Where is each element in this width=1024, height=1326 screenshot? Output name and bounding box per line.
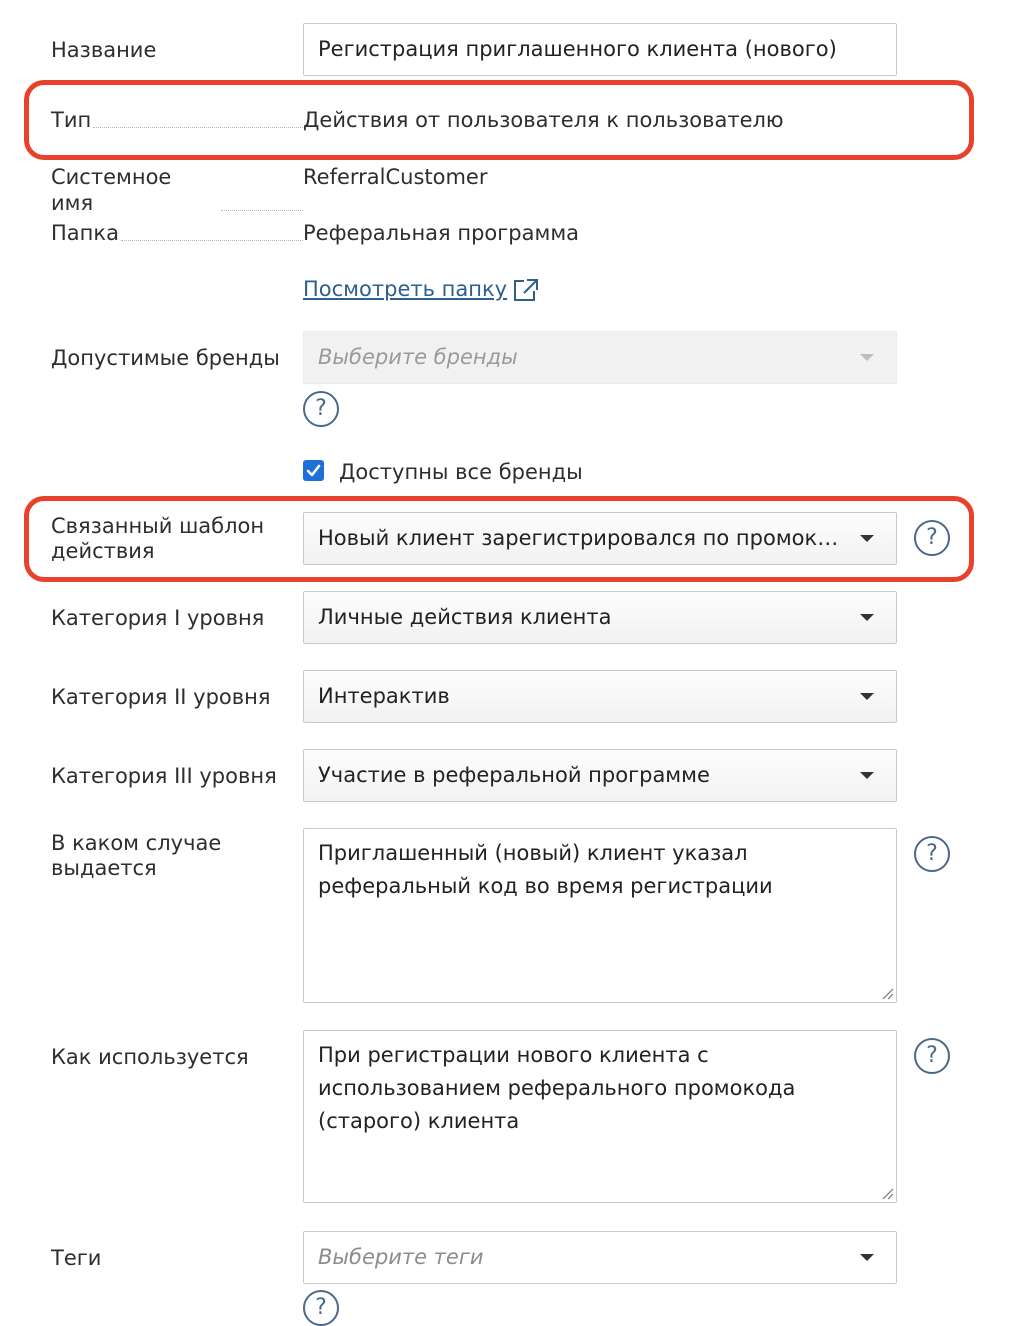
when-issued-textarea[interactable]: Приглашенный (новый) клиент указал рефер… (303, 828, 897, 1003)
brands-placeholder: Выберите бренды (318, 345, 518, 369)
category1-select[interactable]: Личные действия клиента (303, 591, 897, 644)
tags-placeholder: Выберите теги (318, 1245, 484, 1269)
when-issued-label-line1: В каком случае (51, 831, 222, 855)
category3-label: Категория III уровня (51, 764, 277, 788)
help-icon[interactable]: ? (303, 1290, 339, 1326)
chevron-down-icon (860, 614, 874, 621)
when-issued-label-line2: выдается (51, 856, 157, 880)
resize-grip-icon[interactable] (880, 986, 894, 1000)
brands-label: Допустимые бренды (51, 346, 280, 370)
system-name-label: Системное имя (51, 165, 172, 215)
dotted-leader (221, 210, 303, 211)
how-used-text: При регистрации нового клиента с использ… (318, 1043, 796, 1133)
chevron-down-icon (860, 1254, 874, 1261)
category3-value: Участие в реферальной программе (318, 763, 710, 787)
chevron-down-icon (860, 354, 874, 361)
folder-value: Реферальная программа (303, 221, 580, 245)
category2-value: Интерактив (318, 684, 450, 708)
category3-select[interactable]: Участие в реферальной программе (303, 749, 897, 802)
system-name-value: ReferralCustomer (303, 165, 488, 189)
help-icon[interactable]: ? (914, 1038, 950, 1074)
category1-value: Личные действия клиента (318, 605, 612, 629)
chevron-down-icon (860, 693, 874, 700)
category2-label: Категория II уровня (51, 685, 271, 709)
check-icon (306, 464, 321, 477)
type-highlight-frame (24, 80, 974, 160)
when-issued-text: Приглашенный (новый) клиент указал рефер… (318, 841, 773, 898)
brands-select[interactable]: Выберите бренды (303, 331, 897, 384)
help-icon[interactable]: ? (914, 836, 950, 872)
tags-label: Теги (51, 1246, 102, 1270)
how-used-textarea[interactable]: При регистрации нового клиента с использ… (303, 1030, 897, 1203)
dotted-leader (120, 240, 303, 241)
how-used-label: Как используется (51, 1045, 249, 1069)
category1-label: Категория I уровня (51, 606, 265, 630)
all-brands-checkbox[interactable] (303, 460, 324, 481)
system-name-label-row: Системное имя (51, 164, 303, 216)
chevron-down-icon (860, 772, 874, 779)
folder-label-row: Папка (51, 220, 303, 246)
tags-select[interactable]: Выберите теги (303, 1231, 897, 1284)
name-label: Название (51, 38, 157, 62)
category2-select[interactable]: Интерактив (303, 670, 897, 723)
resize-grip-icon[interactable] (880, 1186, 894, 1200)
folder-label: Папка (51, 221, 119, 245)
help-icon[interactable]: ? (303, 391, 339, 427)
all-brands-label: Доступны все бренды (339, 460, 583, 484)
name-input[interactable]: Регистрация приглашенного клиента (новог… (303, 23, 897, 76)
external-link-icon[interactable] (512, 277, 540, 303)
view-folder-link[interactable]: Посмотреть папку (303, 276, 507, 302)
template-highlight-frame (24, 496, 974, 582)
